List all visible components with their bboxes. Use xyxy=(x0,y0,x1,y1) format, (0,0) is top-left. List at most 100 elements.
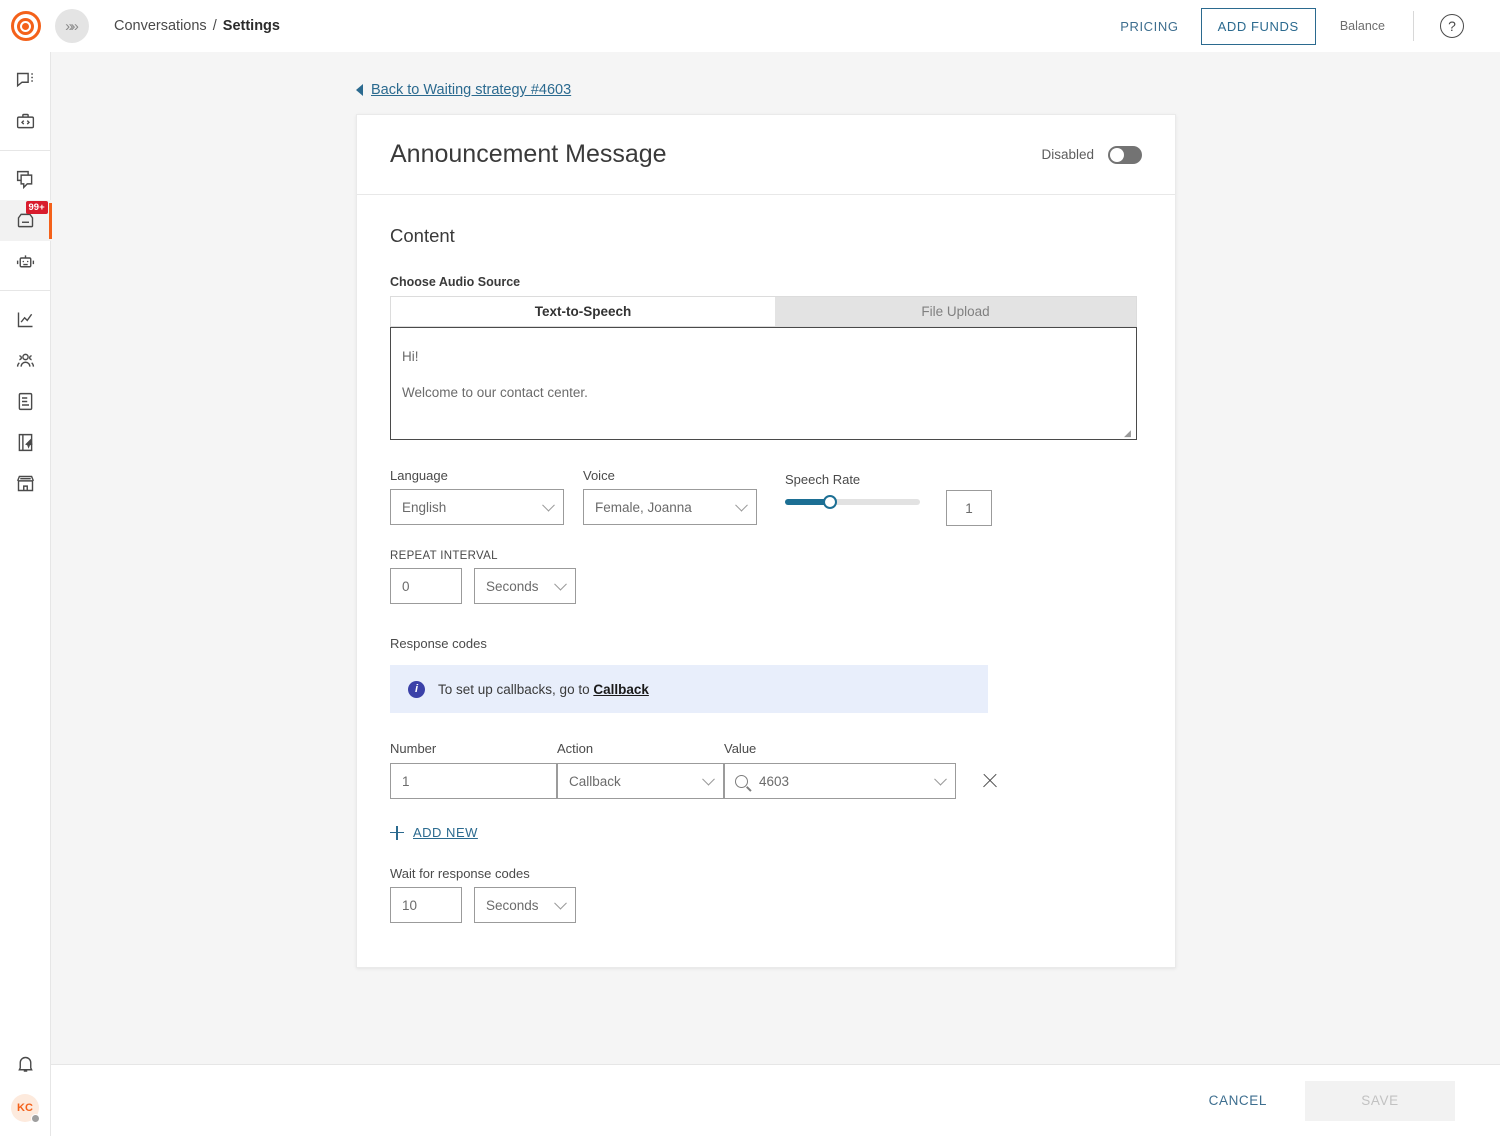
storefront-icon xyxy=(15,473,36,494)
breadcrumb: Conversations / Settings xyxy=(114,18,280,34)
speech-rate-field: Speech Rate xyxy=(785,468,920,526)
chevron-down-icon xyxy=(554,578,567,591)
avatar-status-dot xyxy=(31,1114,40,1123)
breadcrumb-parent[interactable]: Conversations xyxy=(114,18,207,34)
notification-bell-icon[interactable] xyxy=(0,1042,51,1086)
save-button[interactable]: SAVE xyxy=(1305,1081,1455,1121)
response-codes-section: Response codes i To set up callbacks, go… xyxy=(390,636,1142,840)
back-arrow-icon xyxy=(356,84,363,96)
response-code-value-select[interactable]: 4603 xyxy=(724,763,956,799)
sidebar-group-1 xyxy=(0,52,51,150)
chevron-down-icon xyxy=(735,499,748,512)
tab-file-upload[interactable]: File Upload xyxy=(775,296,1137,327)
speech-rate-slider[interactable] xyxy=(785,499,920,505)
sidebar-item-chat[interactable] xyxy=(0,60,51,101)
repeat-interval-row: 0 Seconds xyxy=(390,568,1142,604)
top-bar: »» Conversations / Settings PRICING ADD … xyxy=(0,0,1500,52)
add-funds-button[interactable]: ADD FUNDS xyxy=(1201,8,1316,45)
app-logo[interactable] xyxy=(0,0,51,52)
language-value: English xyxy=(402,500,446,515)
speech-rate-label: Speech Rate xyxy=(785,472,920,487)
sidebar-item-campaigns[interactable] xyxy=(0,422,51,463)
breadcrumb-current: Settings xyxy=(223,18,280,34)
content-section-title: Content xyxy=(390,225,1142,247)
cancel-button[interactable]: CANCEL xyxy=(1189,1081,1287,1120)
response-code-value: 4603 xyxy=(759,774,789,789)
back-link-label[interactable]: Back to Waiting strategy #4603 xyxy=(371,82,571,98)
double-chevron-right-icon[interactable]: »» xyxy=(55,9,89,43)
voice-label: Voice xyxy=(583,468,757,483)
voice-settings-row: Language English Voice Female, Joanna Sp… xyxy=(390,468,1142,526)
sidebar-bottom: KC xyxy=(0,1042,51,1136)
callback-info-text: To set up callbacks, go to Callback xyxy=(438,682,649,697)
repeat-interval-field: REPEAT INTERVAL 0 Seconds xyxy=(390,550,1142,604)
repeat-interval-label: REPEAT INTERVAL xyxy=(390,550,1142,562)
sidebar-item-inbox[interactable]: 99+ xyxy=(0,200,51,241)
search-icon xyxy=(735,775,748,788)
chat-bubble-menu-icon xyxy=(15,70,36,91)
message-line-1: Hi! xyxy=(402,339,1125,375)
plus-icon xyxy=(390,826,404,840)
wait-for-response-label: Wait for response codes xyxy=(390,866,1142,881)
footer-action-bar: CANCEL SAVE xyxy=(51,1064,1500,1136)
add-new-label: ADD NEW xyxy=(413,825,478,840)
callback-info-prefix: To set up callbacks, go to xyxy=(438,682,593,697)
column-header-action: Action xyxy=(557,741,724,756)
help-icon[interactable]: ? xyxy=(1440,14,1464,38)
page-title: Announcement Message xyxy=(390,140,667,169)
language-field: Language English xyxy=(390,468,564,526)
wait-for-response-field: Wait for response codes 10 Seconds xyxy=(390,866,1142,923)
sidebar-group-3 xyxy=(0,290,51,512)
response-codes-table-header: Number Action Value xyxy=(390,741,1142,756)
response-code-action-select[interactable]: Callback xyxy=(557,763,724,799)
audio-source-tabs: Text-to-Speech File Upload xyxy=(390,296,1137,327)
wait-for-response-input[interactable]: 10 xyxy=(390,887,462,923)
inbox-unread-badge: 99+ xyxy=(26,201,48,214)
toolbar-divider xyxy=(1413,11,1414,41)
add-new-button[interactable]: ADD NEW xyxy=(390,825,1142,840)
pricing-link[interactable]: PRICING xyxy=(1110,11,1188,42)
response-codes-label: Response codes xyxy=(390,636,1142,651)
info-icon: i xyxy=(408,681,425,698)
sidebar-item-conversations[interactable] xyxy=(0,159,51,200)
speech-rate-input[interactable]: 1 xyxy=(946,490,992,526)
sidebar-item-contacts[interactable] xyxy=(0,340,51,381)
speech-rate-slider-knob[interactable] xyxy=(823,495,837,509)
wait-for-response-unit-value: Seconds xyxy=(486,898,539,913)
sidebar-item-reports[interactable] xyxy=(0,381,51,422)
sidebar-item-analytics[interactable] xyxy=(0,299,51,340)
column-header-number: Number xyxy=(390,741,557,756)
column-header-value: Value xyxy=(724,741,756,756)
choose-audio-source-label: Choose Audio Source xyxy=(390,275,1142,289)
voice-select[interactable]: Female, Joanna xyxy=(583,489,757,525)
back-navigation[interactable]: Back to Waiting strategy #4603 xyxy=(356,82,571,98)
message-line-2: Welcome to our contact center. xyxy=(402,375,1125,411)
robot-icon xyxy=(15,251,36,272)
response-code-number-input[interactable]: 1 xyxy=(390,763,557,799)
tab-text-to-speech[interactable]: Text-to-Speech xyxy=(390,296,775,327)
resize-handle-icon[interactable]: ◢ xyxy=(1124,428,1134,438)
enable-toggle[interactable] xyxy=(1108,146,1142,164)
sidebar-item-marketplace[interactable] xyxy=(0,463,51,504)
sidebar-item-bots[interactable] xyxy=(0,241,51,282)
announcement-message-card: Announcement Message Disabled Content Ch… xyxy=(356,114,1176,968)
breadcrumb-separator: / xyxy=(211,18,219,34)
wait-for-response-unit-select[interactable]: Seconds xyxy=(474,887,576,923)
language-select[interactable]: English xyxy=(390,489,564,525)
wait-for-response-row: 10 Seconds xyxy=(390,887,1142,923)
message-textarea[interactable]: Hi! Welcome to our contact center. ◢ xyxy=(390,327,1137,440)
avatar[interactable]: KC xyxy=(11,1094,39,1122)
toggle-knob xyxy=(1110,148,1124,162)
line-chart-icon xyxy=(15,309,36,330)
callback-link[interactable]: Callback xyxy=(593,682,649,697)
card-header-actions: Disabled xyxy=(1041,146,1142,164)
remove-row-icon[interactable] xyxy=(981,772,999,790)
response-code-action-value: Callback xyxy=(569,774,621,789)
balance-label: Balance xyxy=(1340,19,1385,33)
sidebar-item-developers[interactable] xyxy=(0,101,51,142)
language-label: Language xyxy=(390,468,564,483)
repeat-interval-input[interactable]: 0 xyxy=(390,568,462,604)
card-header: Announcement Message Disabled xyxy=(357,115,1175,195)
repeat-interval-unit-select[interactable]: Seconds xyxy=(474,568,576,604)
chevron-down-icon xyxy=(934,773,947,786)
